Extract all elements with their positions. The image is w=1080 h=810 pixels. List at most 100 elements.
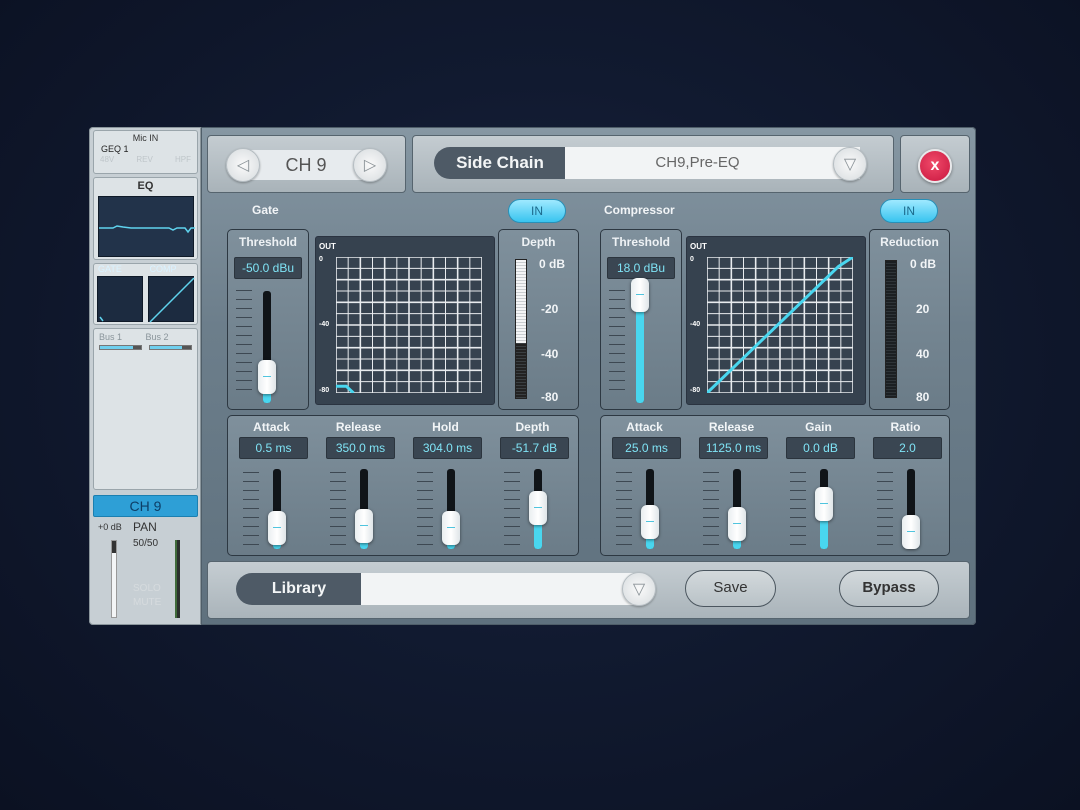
gate-graph-y-40: -40 <box>319 321 330 328</box>
gate-depth-label: Depth <box>521 235 556 249</box>
slider-knob[interactable] <box>355 509 373 544</box>
gate-threshold-value: -50.0 dBu <box>234 257 302 279</box>
gate-attack-label: Attack <box>253 420 290 434</box>
eq-box[interactable]: EQ <box>93 177 198 260</box>
triangle-down-icon: ▽ <box>843 156 857 173</box>
compressor-release-slider[interactable] <box>728 469 746 549</box>
gate-in-button[interactable]: IN <box>508 199 566 223</box>
channel-name[interactable]: CH 9 <box>93 495 198 517</box>
mute-button[interactable]: MUTE <box>133 596 161 610</box>
channel-fader[interactable] <box>111 540 117 618</box>
eq-curve <box>99 225 195 234</box>
slider-knob[interactable] <box>442 511 460 545</box>
hpf-option[interactable]: HPF <box>175 155 191 164</box>
gate-threshold-box: Threshold -50.0 dBu <box>227 229 309 410</box>
phantom-48v[interactable]: 48V <box>100 155 114 164</box>
comp-label: COMP <box>149 264 177 274</box>
triangle-down-icon: ▽ <box>632 581 646 598</box>
slider-knob[interactable] <box>815 487 833 521</box>
threshold-ticks <box>609 290 625 398</box>
next-channel-button[interactable]: ▷ <box>353 148 387 182</box>
solo-button[interactable]: SOLO <box>133 582 161 596</box>
comp-reduction-meter <box>885 260 897 398</box>
slider-ticks <box>790 472 806 553</box>
threshold-ticks <box>236 290 252 398</box>
mixer-device: Mic IN GEQ 1 48V REV HPF EQ GATE COMP Bu… <box>89 127 976 625</box>
compressor-in-button[interactable]: IN <box>880 199 938 223</box>
geq-label: GEQ 1 <box>101 144 129 154</box>
slider-knob[interactable] <box>641 504 659 539</box>
comp-graph: OUT 0 -40 -80 <box>686 236 866 405</box>
depth-scale-80: -80 <box>541 390 559 404</box>
compressor-gain-value: 0.0 dB <box>786 437 855 459</box>
close-button[interactable]: x <box>918 149 952 183</box>
comp-graph-y-0: 0 <box>690 256 694 263</box>
dynamics-box[interactable]: GATE COMP <box>93 263 198 325</box>
compressor-release-value: 1125.0 ms <box>699 437 768 459</box>
transfer-curve <box>336 384 355 393</box>
compressor-ratio-label: Ratio <box>890 420 921 434</box>
gate-hold-value: 304.0 ms <box>413 437 482 459</box>
depth-scale-0: 0 dB <box>539 257 566 271</box>
gate-graph-out-label: OUT <box>319 242 336 251</box>
pan-value[interactable]: 50/50 <box>133 538 158 549</box>
gate-release-label: Release <box>335 420 382 434</box>
slider-knob[interactable] <box>529 491 547 525</box>
bus-1-level[interactable] <box>99 345 142 350</box>
rev-option[interactable]: REV <box>136 155 152 164</box>
library-dropdown[interactable] <box>361 573 636 605</box>
comp-reduction-label: Reduction <box>880 235 939 249</box>
bus-2-level[interactable] <box>149 345 192 350</box>
bus-2-label: Bus 2 <box>145 332 169 342</box>
comp-reduction-box: Reduction 0 dB 20 40 80 <box>869 229 950 410</box>
gate-depth-slider[interactable] <box>529 469 547 549</box>
compressor-attack-label: Attack <box>626 420 663 434</box>
compressor-gain-label: Gain <box>805 420 832 434</box>
reduction-scale-0: 0 dB <box>910 257 937 271</box>
slider-knob[interactable] <box>258 359 276 394</box>
bus-1-label: Bus 1 <box>99 332 123 342</box>
gate-release-value: 350.0 ms <box>326 437 395 459</box>
gate-release-slider[interactable] <box>355 469 373 549</box>
prev-channel-button[interactable]: ◁ <box>226 148 260 182</box>
gate-threshold-slider[interactable] <box>258 291 276 403</box>
slider-knob[interactable] <box>728 507 746 541</box>
gate-depth-meter <box>515 259 527 399</box>
side-chain-selector: Side Chain CH9,Pre-EQ ▽ <box>412 135 894 193</box>
compressor-ratio-slider[interactable] <box>902 469 920 549</box>
channel-strip: Mic IN GEQ 1 48V REV HPF EQ GATE COMP Bu… <box>89 127 201 625</box>
input-box[interactable]: Mic IN GEQ 1 48V REV HPF <box>93 130 198 174</box>
comp-threshold-slider[interactable] <box>631 277 649 403</box>
eq-curve-preview <box>98 196 195 257</box>
slider-ticks <box>616 472 632 553</box>
gate-hold-slider[interactable] <box>442 469 460 549</box>
dynamics-panel: CH 9 ◁ ▷ Side Chain CH9,Pre-EQ ▽ x Gate <box>201 127 976 625</box>
side-chain-dropdown-button[interactable]: ▽ <box>833 147 867 181</box>
bypass-button[interactable]: Bypass <box>839 570 939 607</box>
slider-knob[interactable] <box>902 515 920 549</box>
fader-area: +0 dB PAN 50/50 SOLO MUTE <box>93 520 198 620</box>
library-dropdown-button[interactable]: ▽ <box>622 572 656 606</box>
comp-params-box: Attack 25.0 ms Release 1125.0 ms Gain 0.0 dB R… <box>600 415 950 556</box>
gate-attack-slider[interactable] <box>268 469 286 549</box>
gate-graph-y-0: 0 <box>319 256 323 263</box>
pan-label: PAN <box>133 520 157 534</box>
comp-threshold-label: Threshold <box>611 235 670 249</box>
save-button[interactable]: Save <box>685 570 776 607</box>
compressor-gain-slider[interactable] <box>815 469 833 549</box>
reduction-scale-80: 80 <box>916 390 930 404</box>
slider-knob[interactable] <box>268 511 286 545</box>
compressor-attack-slider[interactable] <box>641 469 659 549</box>
gate-label: GATE <box>98 264 122 274</box>
side-chain-dropdown[interactable]: CH9,Pre-EQ <box>565 147 860 179</box>
slider-knob[interactable] <box>631 277 649 312</box>
triangle-left-icon: ◁ <box>236 157 250 174</box>
close-icon: x <box>930 157 940 174</box>
compressor-title: Compressor <box>604 203 675 217</box>
side-chain-label: Side Chain <box>434 147 566 179</box>
gate-preview <box>97 276 143 322</box>
compressor-ratio-value: 2.0 <box>873 437 942 459</box>
slider-ticks <box>330 472 346 553</box>
slider-ticks <box>417 472 433 553</box>
gate-graph-y-80: -80 <box>319 387 330 394</box>
